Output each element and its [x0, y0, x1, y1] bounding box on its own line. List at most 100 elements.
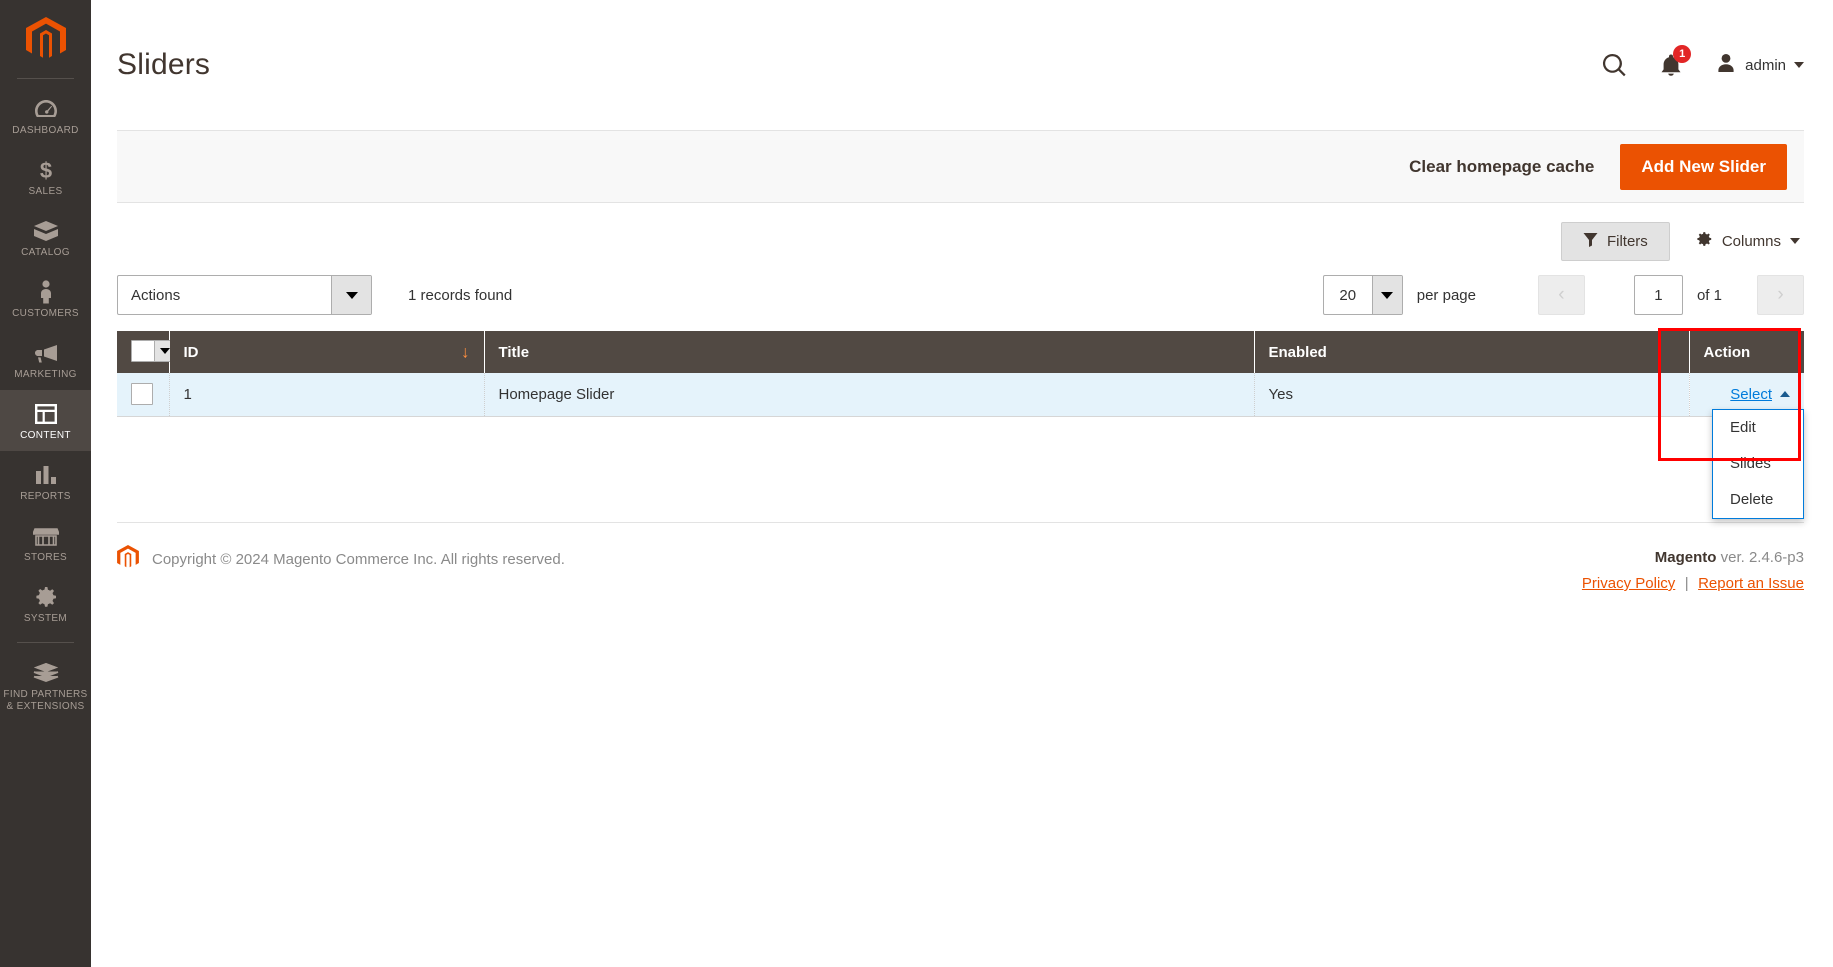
- cell-id: 1: [169, 373, 485, 417]
- per-page-select[interactable]: 20: [1322, 275, 1403, 315]
- magento-logo-icon[interactable]: [0, 0, 91, 78]
- sliders-grid: ID ↓ Title Enabled Action 1 Homepage Sli…: [117, 328, 1804, 519]
- row-action-delete[interactable]: Delete: [1713, 482, 1803, 518]
- grid-toolbar: Filters Columns: [117, 221, 1804, 261]
- cell-title: Homepage Slider: [484, 373, 1255, 417]
- sidebar-item-find-partners[interactable]: FIND PARTNERS & EXTENSIONS: [0, 649, 91, 722]
- admin-user-menu[interactable]: admin: [1715, 52, 1804, 78]
- next-page-button[interactable]: ›: [1757, 275, 1804, 315]
- grid-header-row: ID ↓ Title Enabled Action: [117, 331, 1804, 373]
- admin-user-name: admin: [1745, 56, 1786, 74]
- sidebar-item-system[interactable]: SYSTEM: [0, 573, 91, 634]
- page-footer: Copyright © 2024 Magento Commerce Inc. A…: [117, 522, 1804, 597]
- select-all-column-header: [117, 331, 175, 373]
- row-action-select-label: Select: [1730, 385, 1772, 403]
- row-select-cell: [117, 373, 170, 417]
- box-icon: [33, 218, 59, 244]
- sidebar-item-label: CUSTOMERS: [12, 308, 79, 319]
- person-icon: [38, 279, 54, 305]
- total-pages-label: of 1: [1696, 286, 1722, 304]
- filters-label: Filters: [1606, 232, 1648, 250]
- table-row[interactable]: 1 Homepage Slider Yes Select Edit Slides…: [117, 373, 1804, 519]
- main-content-area: Sliders 1 admin Clear homepage cache Add…: [91, 0, 1833, 967]
- add-new-slider-button[interactable]: Add New Slider: [1620, 143, 1787, 190]
- chevron-up-icon: [1780, 391, 1790, 398]
- columns-label: Columns: [1721, 232, 1781, 250]
- brand-name: Magento: [1654, 549, 1717, 566]
- footer-links: Privacy Policy | Report an Issue: [1582, 571, 1804, 597]
- chevron-down-icon: [1790, 238, 1800, 244]
- sidebar-item-label: STORES: [23, 552, 68, 563]
- funnel-icon: [1583, 232, 1598, 251]
- header-controls: 1 admin: [1602, 45, 1804, 78]
- gear-icon: [1695, 230, 1713, 252]
- page-title: Sliders: [117, 48, 211, 81]
- select-all-checkbox[interactable]: [132, 340, 154, 361]
- copyright-text: Copyright © 2024 Magento Commerce Inc. A…: [152, 551, 565, 568]
- sidebar-item-label: CATALOG: [21, 247, 70, 258]
- sidebar-item-reports[interactable]: REPORTS: [0, 451, 91, 512]
- version-number: ver. 2.4.6-p3: [1716, 549, 1804, 566]
- sidebar-item-label: DASHBOARD: [12, 125, 79, 136]
- dollar-icon: $: [38, 157, 54, 183]
- bricks-icon: [33, 660, 59, 686]
- sidebar-item-sales[interactable]: $ SALES: [0, 146, 91, 207]
- sidebar-item-stores[interactable]: STORES: [0, 512, 91, 573]
- clear-homepage-cache-button[interactable]: Clear homepage cache: [1409, 157, 1594, 177]
- sidebar-divider-top: [17, 78, 74, 79]
- row-action-menu: Edit Slides Delete: [1712, 409, 1804, 519]
- sidebar-item-dashboard[interactable]: DASHBOARD: [0, 85, 91, 146]
- footer-meta: Magento ver. 2.4.6-p3 Privacy Policy | R…: [1582, 545, 1804, 597]
- gear-icon: [34, 584, 58, 610]
- current-page-input[interactable]: 1: [1633, 275, 1683, 315]
- grid-controls-left: Actions 1 records found: [117, 275, 512, 315]
- chevron-left-icon: ‹: [1558, 284, 1565, 305]
- records-found-text: 1 records found: [408, 286, 513, 304]
- sidebar-item-label: CONTENT: [20, 430, 71, 441]
- sidebar-item-label: REPORTS: [20, 491, 71, 502]
- row-action-edit[interactable]: Edit: [1713, 410, 1803, 446]
- per-page-label: per page: [1416, 286, 1476, 304]
- page-header: Sliders 1 admin: [91, 0, 1833, 130]
- row-checkbox[interactable]: [131, 383, 153, 406]
- sidebar-item-customers[interactable]: CUSTOMERS: [0, 268, 91, 329]
- column-header-action: Action: [1689, 331, 1804, 373]
- column-header-title[interactable]: Title: [484, 331, 1255, 373]
- cell-enabled: Yes: [1254, 373, 1690, 417]
- search-icon[interactable]: [1602, 53, 1627, 78]
- privacy-policy-link[interactable]: Privacy Policy: [1582, 575, 1675, 592]
- row-action-select-toggle[interactable]: Select: [1730, 386, 1790, 403]
- row-action-slides[interactable]: Slides: [1713, 446, 1803, 482]
- column-header-label: ID: [183, 343, 199, 361]
- megaphone-icon: [33, 340, 59, 366]
- user-avatar-icon: [1715, 52, 1737, 78]
- link-separator: |: [1684, 575, 1689, 592]
- bar-chart-icon: [34, 462, 58, 488]
- column-header-enabled[interactable]: Enabled: [1254, 331, 1690, 373]
- column-header-label: Title: [498, 343, 530, 361]
- dashboard-icon: [34, 96, 58, 122]
- mass-actions-select[interactable]: Actions: [117, 275, 372, 315]
- svg-text:$: $: [39, 158, 51, 182]
- previous-page-button[interactable]: ‹: [1537, 275, 1585, 315]
- layout-icon: [34, 401, 58, 427]
- sidebar-item-marketing[interactable]: MARKETING: [0, 329, 91, 390]
- sort-descending-icon: ↓: [461, 342, 470, 362]
- sidebar-item-content[interactable]: CONTENT: [0, 390, 91, 451]
- report-issue-link[interactable]: Report an Issue: [1698, 575, 1804, 592]
- page-actions-bar: Clear homepage cache Add New Slider: [117, 130, 1804, 203]
- version-line: Magento ver. 2.4.6-p3: [1582, 545, 1804, 571]
- cell-action: Select Edit Slides Delete: [1689, 373, 1804, 519]
- footer-copyright: Copyright © 2024 Magento Commerce Inc. A…: [117, 545, 565, 574]
- column-header-label: Action: [1703, 343, 1751, 361]
- sidebar-item-label: SYSTEM: [23, 613, 68, 624]
- admin-sidebar: DASHBOARD $ SALES CATALOG CUSTOMERS MARK…: [0, 0, 91, 967]
- columns-control[interactable]: Columns: [1691, 224, 1804, 258]
- filters-button[interactable]: Filters: [1560, 221, 1670, 261]
- sidebar-item-label: MARKETING: [14, 369, 77, 380]
- notification-count-badge: 1: [1673, 45, 1692, 63]
- per-page-value: 20: [1339, 286, 1357, 304]
- sidebar-item-catalog[interactable]: CATALOG: [0, 207, 91, 268]
- notifications-bell-button[interactable]: 1: [1660, 45, 1692, 77]
- column-header-id[interactable]: ID ↓: [169, 331, 485, 373]
